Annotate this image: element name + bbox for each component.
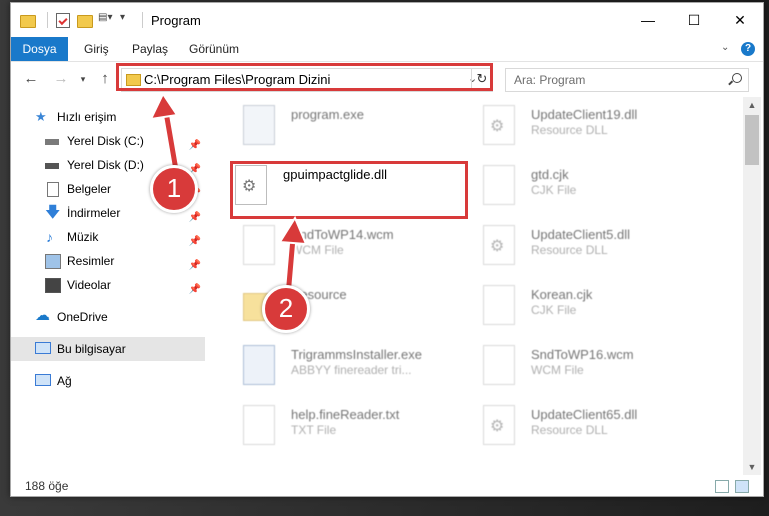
annotation-arrows [149,91,308,301]
step-badge-2: 2 [262,285,310,333]
step-badge-1: 1 [150,165,198,213]
arrow-step-1 [149,91,181,175]
